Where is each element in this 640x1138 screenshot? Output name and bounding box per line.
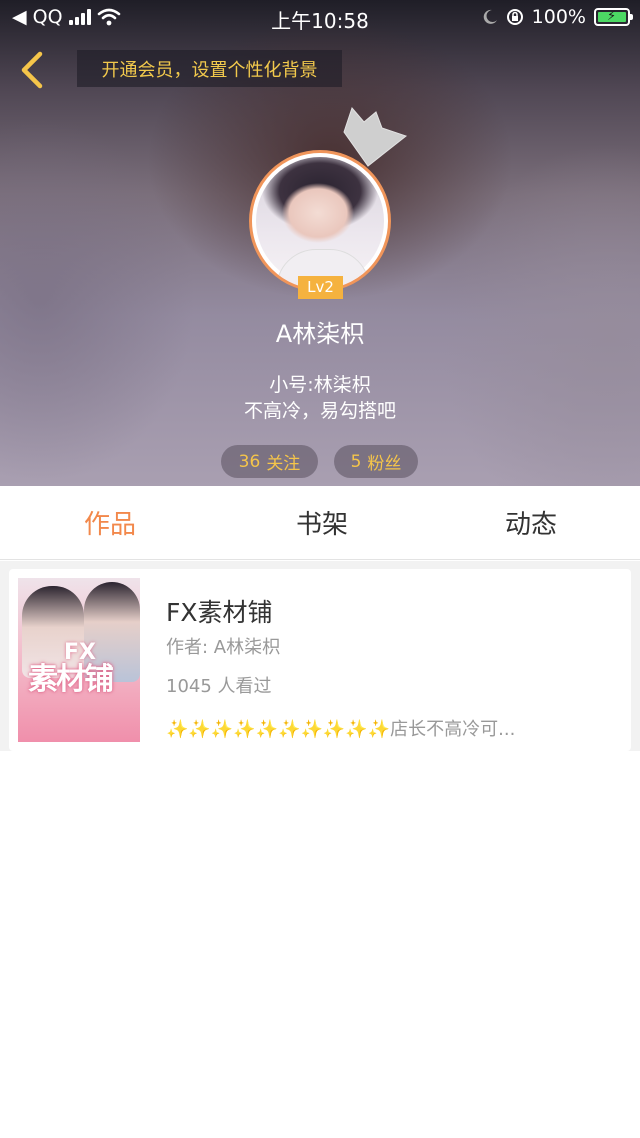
following-button[interactable]: 36 关注 <box>221 445 318 478</box>
tab-bookshelf[interactable]: 书架 <box>296 504 348 541</box>
battery-percent: 100% <box>531 6 586 28</box>
rotation-lock-icon <box>506 9 523 25</box>
username: A林柒枳 <box>275 320 365 348</box>
level-badge: Lv2 <box>298 276 343 299</box>
avatar-photo <box>256 157 384 289</box>
book-views: 1045 人看过 <box>166 676 272 697</box>
vip-background-banner[interactable]: 开通会员，设置个性化背景 <box>77 50 342 87</box>
fans-label: 粉丝 <box>367 454 402 474</box>
book-author: 作者: A林柒枳 <box>166 637 281 658</box>
back-chevron-icon[interactable] <box>18 50 48 90</box>
profile-tabs: 作品 书架 动态 <box>0 486 640 560</box>
book-description: ✨✨✨✨✨✨✨✨✨✨店长不高冷可... <box>166 719 516 740</box>
status-bar: ◀ QQ 上午10:58 100% ⚡ <box>0 0 640 36</box>
status-right: 100% ⚡ <box>482 6 633 28</box>
moon-icon <box>483 9 497 24</box>
following-label: 关注 <box>266 454 301 474</box>
bio-line-1: 小号:林柒枳 <box>269 374 371 396</box>
tab-activity[interactable]: 动态 <box>505 504 557 541</box>
avatar[interactable] <box>249 150 391 292</box>
battery-icon: ⚡ <box>594 8 633 26</box>
profile-header: ◀ QQ 上午10:58 100% ⚡ 开通会员，设置个性化背景 Lv2 A林柒… <box>0 0 640 486</box>
fans-count: 5 <box>350 451 362 472</box>
book-title[interactable]: FX素材铺 <box>166 593 273 629</box>
fans-button[interactable]: 5 粉丝 <box>334 445 418 478</box>
cover-title-text: 素材铺 <box>28 662 114 697</box>
book-cover[interactable]: FX 素材铺 <box>18 578 140 742</box>
tab-works[interactable]: 作品 <box>84 504 136 541</box>
following-count: 36 <box>238 451 261 472</box>
bio-line-2: 不高冷，易勾搭吧 <box>243 400 396 422</box>
